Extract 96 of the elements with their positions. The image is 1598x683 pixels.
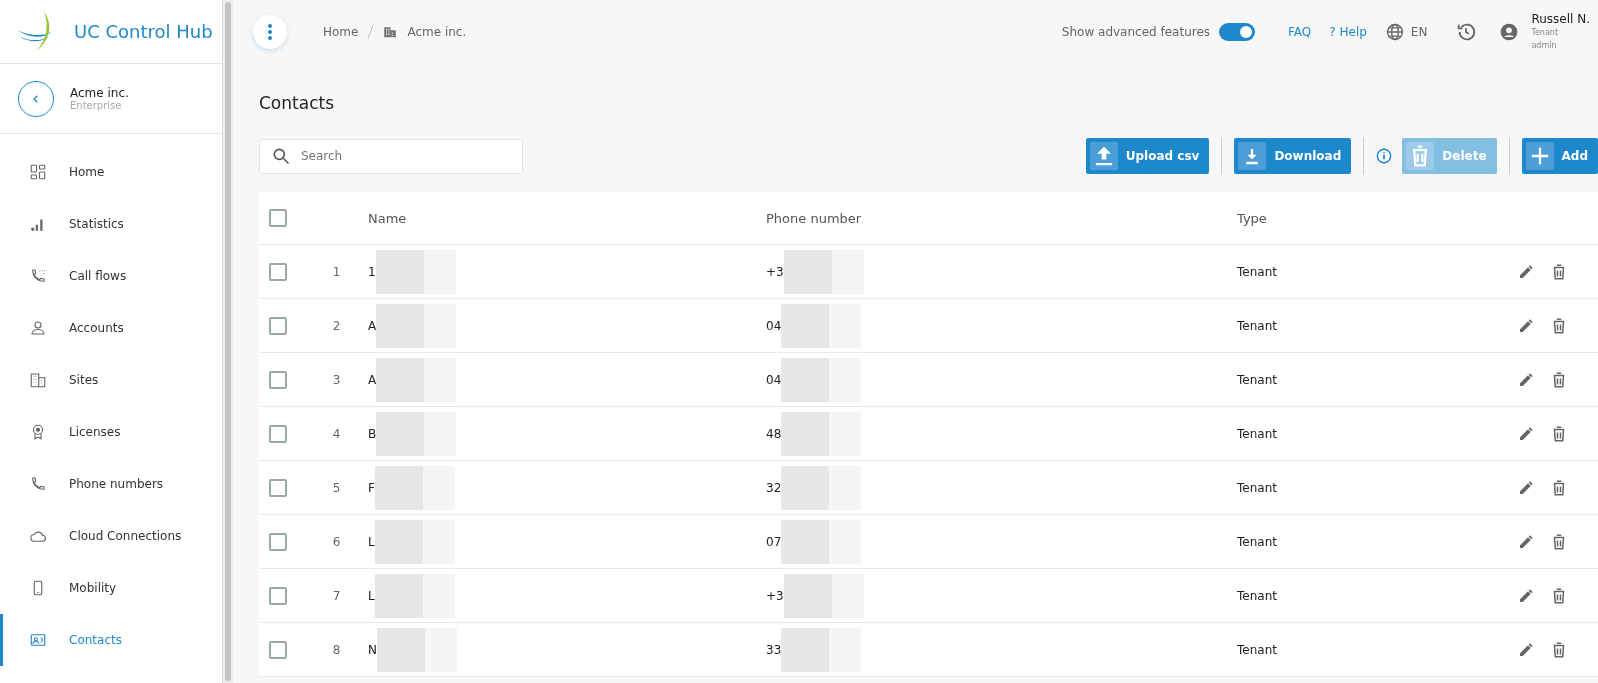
edit-icon[interactable] bbox=[1518, 317, 1534, 334]
sidebar-item[interactable]: Phone numbers bbox=[0, 458, 222, 510]
table-cell: L bbox=[368, 534, 375, 549]
column-header[interactable]: Phone number bbox=[766, 210, 1237, 226]
row-number: 4 bbox=[332, 426, 341, 441]
table-cell: F bbox=[368, 480, 375, 495]
edit-icon[interactable] bbox=[1518, 587, 1534, 604]
table-cell: A bbox=[368, 318, 377, 333]
nav-icon bbox=[29, 371, 47, 389]
table-cell: 1 bbox=[368, 264, 376, 279]
more-icon bbox=[268, 24, 272, 40]
upload-icon bbox=[1089, 142, 1118, 170]
table-cell: 04 bbox=[766, 372, 782, 387]
page-title: Contacts bbox=[259, 93, 335, 113]
sidebar-item[interactable]: Accounts bbox=[0, 302, 222, 354]
tenant-plan: Enterprise bbox=[70, 100, 123, 111]
building-icon bbox=[383, 25, 398, 39]
edit-icon[interactable] bbox=[1518, 371, 1534, 388]
sidebar-item[interactable]: Statistics bbox=[0, 198, 222, 250]
sidebar-item[interactable]: Home bbox=[0, 146, 222, 198]
scrollbar[interactable] bbox=[225, 2, 231, 681]
nav-icon bbox=[29, 475, 47, 493]
search-field[interactable]: Search bbox=[259, 138, 523, 174]
toggle-label: Show advanced features bbox=[1061, 25, 1211, 39]
breadcrumb-current: Acme inc. bbox=[407, 25, 467, 39]
table-cell: Tenant bbox=[1237, 372, 1277, 387]
row-number: 8 bbox=[332, 642, 341, 657]
edit-icon[interactable] bbox=[1518, 263, 1534, 280]
table-cell: Tenant bbox=[1237, 480, 1277, 495]
sidebar-item[interactable]: Call flows bbox=[0, 250, 222, 302]
tenant-name: Acme inc. bbox=[70, 86, 129, 100]
help-link[interactable]: ? Help bbox=[1329, 25, 1367, 39]
row-checkbox[interactable] bbox=[269, 586, 287, 605]
language-button[interactable]: EN bbox=[1384, 22, 1428, 42]
table-cell: 07 bbox=[766, 534, 782, 549]
table-cell: Tenant bbox=[1237, 264, 1277, 279]
edit-icon[interactable] bbox=[1518, 641, 1534, 658]
download-button[interactable]: Download bbox=[1234, 138, 1352, 174]
toggle-switch[interactable] bbox=[1219, 23, 1256, 41]
row-checkbox[interactable] bbox=[269, 532, 287, 551]
table-cell: Tenant bbox=[1237, 642, 1277, 657]
menu-button[interactable] bbox=[253, 15, 287, 49]
add-button[interactable]: Add bbox=[1521, 138, 1598, 174]
row-number: 1 bbox=[332, 264, 341, 279]
column-header[interactable]: Name bbox=[368, 210, 766, 226]
sidebar-item[interactable]: Licenses bbox=[0, 406, 222, 458]
back-button[interactable] bbox=[18, 80, 54, 117]
table-cell: Tenant bbox=[1237, 588, 1277, 603]
avatar-icon[interactable] bbox=[1499, 22, 1520, 42]
edit-icon[interactable] bbox=[1518, 533, 1534, 550]
sidebar-item[interactable]: Sites bbox=[0, 354, 222, 406]
row-checkbox[interactable] bbox=[269, 478, 287, 497]
table-cell: Tenant bbox=[1237, 318, 1277, 333]
table-cell: +3 bbox=[766, 264, 784, 279]
faq-link[interactable]: FAQ bbox=[1288, 25, 1312, 39]
edit-icon[interactable] bbox=[1518, 479, 1534, 496]
breadcrumb-link[interactable]: Home bbox=[323, 25, 359, 39]
table-cell: N bbox=[368, 642, 377, 657]
row-number: 5 bbox=[332, 480, 341, 495]
row-checkbox[interactable] bbox=[269, 640, 287, 659]
nav-icon bbox=[29, 319, 47, 337]
table-cell: A bbox=[368, 372, 377, 387]
row-number: 2 bbox=[332, 318, 341, 333]
row-checkbox[interactable] bbox=[269, 316, 287, 335]
table-cell: L bbox=[368, 588, 375, 603]
plus-icon bbox=[1525, 142, 1554, 170]
row-checkbox[interactable] bbox=[269, 262, 287, 281]
table-cell: Tenant bbox=[1237, 534, 1277, 549]
table-cell: 32 bbox=[766, 480, 782, 495]
user-role: Tenant admin bbox=[1531, 27, 1560, 52]
sidebar-item[interactable]: Mobility bbox=[0, 562, 222, 614]
table-cell: 33 bbox=[766, 642, 782, 657]
row-checkbox[interactable] bbox=[269, 370, 287, 389]
table-cell: 48 bbox=[766, 426, 782, 441]
row-number: 7 bbox=[332, 588, 341, 603]
table-cell: 04 bbox=[766, 318, 782, 333]
trash-icon bbox=[1406, 142, 1435, 170]
user-name: Russell N. bbox=[1531, 12, 1590, 26]
table-cell: B bbox=[368, 426, 377, 441]
select-all-checkbox[interactable] bbox=[269, 209, 287, 227]
table-cell: +3 bbox=[766, 588, 784, 603]
history-icon[interactable] bbox=[1455, 21, 1478, 43]
row-checkbox[interactable] bbox=[269, 424, 287, 443]
table-cell: Tenant bbox=[1237, 426, 1277, 441]
info-icon[interactable] bbox=[1376, 148, 1393, 164]
app-title: UC Control Hub bbox=[74, 21, 213, 42]
row-number: 6 bbox=[332, 534, 341, 549]
upload-button[interactable]: Upload csv bbox=[1085, 138, 1210, 174]
nav-icon bbox=[29, 267, 47, 285]
download-icon bbox=[1238, 142, 1267, 170]
column-header[interactable]: Type bbox=[1237, 210, 1518, 226]
nav-icon bbox=[29, 163, 47, 181]
edit-icon[interactable] bbox=[1518, 425, 1534, 442]
row-number: 3 bbox=[332, 372, 341, 387]
sidebar-item[interactable]: Cloud Connections bbox=[0, 510, 222, 562]
nav-icon bbox=[29, 631, 47, 649]
